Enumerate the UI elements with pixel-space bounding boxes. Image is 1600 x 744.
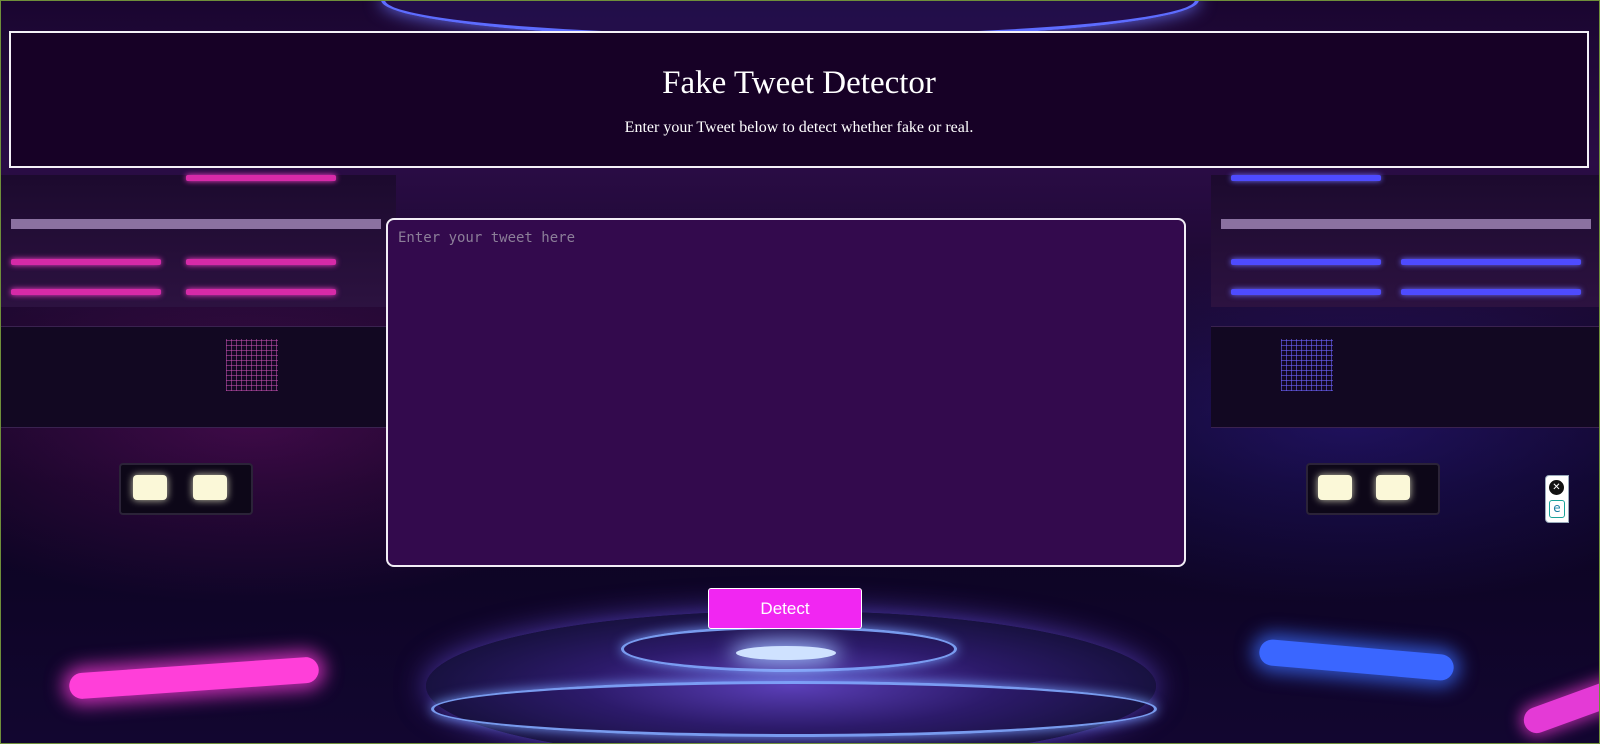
page-subtitle: Enter your Tweet below to detect whether… <box>624 119 974 137</box>
detect-button[interactable]: Detect <box>708 588 862 629</box>
background-vent-left <box>226 339 278 391</box>
page: Fake Tweet Detector Enter your Tweet bel… <box>0 0 1600 744</box>
header-panel: Fake Tweet Detector Enter your Tweet bel… <box>9 31 1589 168</box>
background-lamps-right <box>1306 463 1440 515</box>
extension-logo-icon[interactable]: e <box>1549 500 1565 518</box>
tweet-input[interactable] <box>386 218 1186 567</box>
background-lamps-left <box>119 463 253 515</box>
background-vent-right <box>1281 339 1333 391</box>
close-icon[interactable]: ✕ <box>1549 480 1564 495</box>
background-platform-core <box>736 646 836 660</box>
page-title: Fake Tweet Detector <box>662 65 936 101</box>
background-rack-left <box>1 175 396 307</box>
background-platform-ring-outer <box>431 681 1157 737</box>
background-rack-right <box>1211 175 1599 307</box>
background-panel-right <box>1211 326 1599 428</box>
extension-widget: ✕ e <box>1545 475 1569 523</box>
background-panel-left <box>1 326 396 428</box>
